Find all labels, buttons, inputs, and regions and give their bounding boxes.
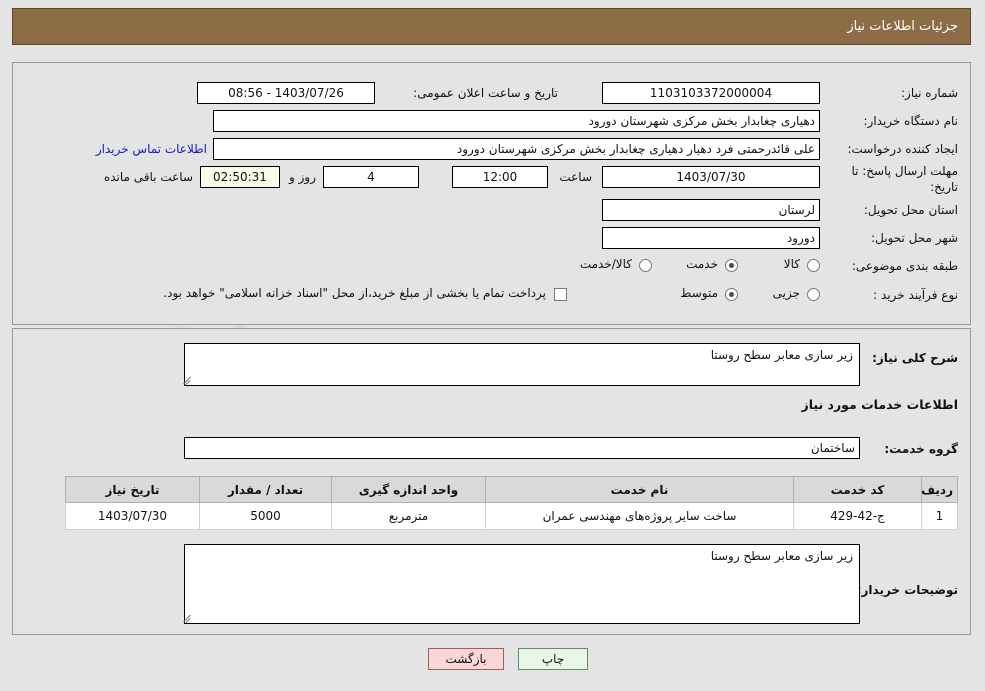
buyer-contact-link[interactable]: اطلاعات تماس خریدار	[96, 142, 207, 156]
treasury-note: پرداخت تمام یا بخشی از مبلغ خرید،از محل …	[163, 286, 546, 300]
page-title: جزئیات اطلاعات نیاز	[847, 19, 958, 34]
need-number-value: 1103103372000004	[602, 82, 820, 104]
th-need-date: تاریخ نیاز	[65, 476, 200, 503]
buyer-org-label: نام دستگاه خریدار:	[863, 114, 959, 128]
general-desc-textarea[interactable]: زیر سازی معابر سطح روستا	[184, 343, 860, 386]
deadline-date-value: 1403/07/30	[602, 166, 820, 188]
general-desc-label: شرح کلی نیاز:	[872, 351, 958, 365]
city-value: دورود	[602, 227, 820, 249]
process-radio-jozyi[interactable]	[807, 288, 820, 301]
announce-datetime-label: تاریخ و ساعت اعلان عمومی:	[413, 86, 558, 100]
th-service-name: نام خدمت	[485, 476, 794, 503]
creator-value: علی قائدرحمتی فرد دهیار دهیاری چغابدار ب…	[213, 138, 820, 160]
remaining-time-label: ساعت باقی مانده	[103, 170, 193, 184]
buyer-notes-textarea[interactable]: زیر سازی معابر سطح روستا	[184, 544, 860, 624]
category-label-kala-khedmat[interactable]: کالا/خدمت	[580, 257, 632, 271]
category-label-kala[interactable]: کالا	[784, 257, 800, 271]
need-number-label: شماره نیاز:	[901, 86, 958, 100]
announce-datetime-value: 1403/07/26 - 08:56	[197, 82, 375, 104]
creator-label: ایجاد کننده درخواست:	[847, 142, 958, 156]
buyer-notes-label: توضیحات خریدار:	[856, 583, 958, 597]
cell-service-code: ج-42-429	[793, 502, 922, 530]
deadline-hour-value: 12:00	[452, 166, 548, 188]
back-button[interactable]: بازگشت	[428, 648, 504, 670]
services-section-title: اطلاعات خدمات مورد نیاز	[801, 397, 959, 412]
process-radio-motevaset[interactable]	[725, 288, 738, 301]
th-service-code: کد خدمت	[793, 476, 922, 503]
category-radio-kala[interactable]	[807, 259, 820, 272]
th-unit: واحد اندازه گیری	[331, 476, 486, 503]
th-index: ردیف	[921, 476, 958, 503]
process-label-jozyi[interactable]: جزیی	[773, 286, 800, 300]
need-info-panel: شماره نیاز: 1103103372000004 تاریخ و ساع…	[12, 62, 971, 325]
category-label: طبقه بندی موضوعی:	[851, 259, 958, 273]
need-details-panel: شرح کلی نیاز: زیر سازی معابر سطح روستا ا…	[12, 328, 971, 635]
cell-need-date: 1403/07/30	[65, 502, 200, 530]
cell-unit: مترمربع	[331, 502, 486, 530]
process-label: نوع فرآیند خرید :	[873, 288, 958, 302]
cell-quantity: 5000	[199, 502, 332, 530]
table-row: 1 ج-42-429 ساخت سایر پروژه‌های مهندسی عم…	[65, 502, 958, 530]
city-label: شهر محل تحویل:	[871, 231, 958, 245]
treasury-checkbox[interactable]	[554, 288, 567, 301]
th-quantity: تعداد / مقدار	[199, 476, 332, 503]
service-group-value: ساختمان	[184, 437, 860, 459]
process-label-motevaset[interactable]: متوسط	[680, 286, 718, 300]
category-label-khedmat[interactable]: خدمت	[686, 257, 718, 271]
remaining-time-value: 02:50:31	[200, 166, 280, 188]
deadline-hour-label: ساعت	[559, 170, 592, 184]
cell-index: 1	[921, 502, 958, 530]
deadline-label: مهلت ارسال پاسخ: تا تاریخ:	[851, 164, 958, 194]
remaining-days-value: 4	[323, 166, 419, 188]
services-table: ردیف کد خدمت نام خدمت واحد اندازه گیری ت…	[65, 476, 958, 530]
service-group-label: گروه خدمت:	[884, 442, 958, 456]
category-radio-kala-khedmat[interactable]	[639, 259, 652, 272]
page-header: جزئیات اطلاعات نیاز	[12, 8, 971, 45]
buyer-org-value: دهیاری چغابدار بخش مرکزی شهرستان دورود	[213, 110, 820, 132]
cell-service-name: ساخت سایر پروژه‌های مهندسی عمران	[485, 502, 794, 530]
remaining-days-label: روز و	[289, 170, 316, 184]
category-radio-khedmat[interactable]	[725, 259, 738, 272]
table-header-row: ردیف کد خدمت نام خدمت واحد اندازه گیری ت…	[65, 476, 958, 503]
province-label: استان محل تحویل:	[863, 203, 958, 217]
province-value: لرستان	[602, 199, 820, 221]
print-button[interactable]: چاپ	[518, 648, 588, 670]
